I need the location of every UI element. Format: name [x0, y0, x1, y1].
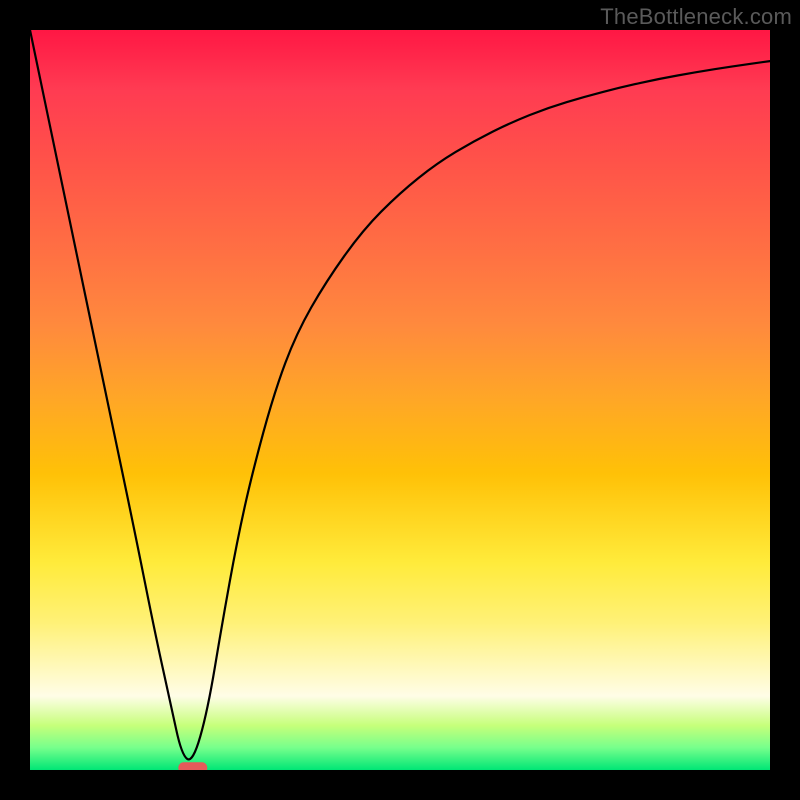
plot-area: [30, 30, 770, 770]
watermark-text: TheBottleneck.com: [600, 4, 792, 30]
chart-svg: [30, 30, 770, 770]
optimum-marker: [179, 763, 207, 770]
chart-frame: TheBottleneck.com: [0, 0, 800, 800]
bottleneck-curve: [30, 30, 770, 759]
